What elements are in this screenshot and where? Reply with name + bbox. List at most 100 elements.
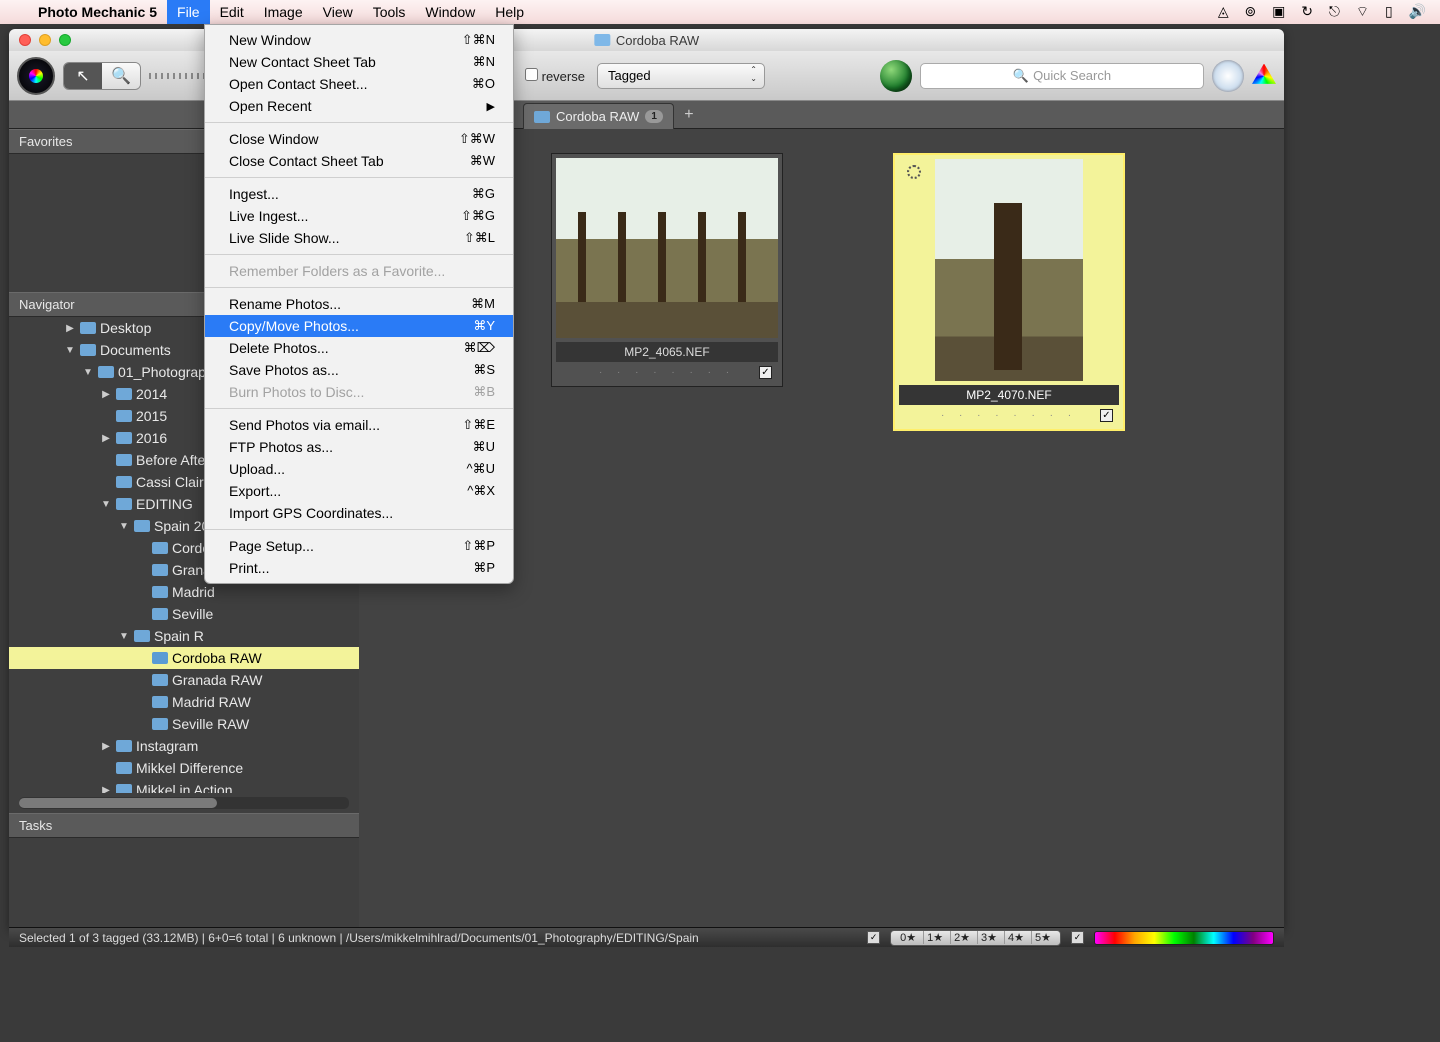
- menu-item[interactable]: New Contact Sheet Tab⌘N: [205, 51, 513, 73]
- globe-icon[interactable]: [880, 60, 912, 92]
- sort-select[interactable]: Tagged: [597, 63, 765, 89]
- menu-file[interactable]: File: [167, 0, 210, 24]
- folder-icon: [116, 476, 132, 488]
- tree-node[interactable]: Granada RAW: [9, 669, 359, 691]
- tree-node[interactable]: Madrid RAW: [9, 691, 359, 713]
- horizontal-scrollbar[interactable]: [19, 797, 349, 809]
- folder-icon: [116, 454, 132, 466]
- color-class-filter[interactable]: [1094, 931, 1274, 945]
- folder-icon: [134, 520, 150, 532]
- new-tab-button[interactable]: +: [678, 101, 700, 128]
- app-name[interactable]: Photo Mechanic 5: [28, 4, 167, 20]
- menu-item[interactable]: Close Window⇧⌘W: [205, 128, 513, 150]
- disc-burn-icon[interactable]: [1212, 60, 1244, 92]
- menu-item[interactable]: Open Recent▶: [205, 95, 513, 117]
- app-logo-icon[interactable]: [17, 57, 55, 95]
- star-rating-filter[interactable]: 0★ 1★ 2★ 3★ 4★ 5★: [890, 930, 1061, 946]
- creative-cloud-icon[interactable]: ⊚: [1239, 3, 1263, 19]
- bluetooth-icon[interactable]: ⎋: [1323, 3, 1346, 19]
- pointer-tool-icon[interactable]: ↖: [64, 63, 102, 89]
- folder-icon: [152, 652, 168, 664]
- menu-image[interactable]: Image: [254, 0, 313, 24]
- menu-item[interactable]: Close Contact Sheet Tab⌘W: [205, 150, 513, 172]
- status-checkbox-right[interactable]: ✓: [1071, 931, 1084, 944]
- menu-item[interactable]: Print...⌘P: [205, 557, 513, 579]
- tag-checkbox[interactable]: ✓: [1100, 409, 1113, 422]
- menu-item[interactable]: Import GPS Coordinates...: [205, 502, 513, 524]
- folder-icon: [534, 111, 550, 123]
- close-window-button[interactable]: [19, 34, 31, 46]
- disclosure-triangle-icon[interactable]: ▶: [100, 389, 112, 400]
- tree-node[interactable]: ▼Spain R: [9, 625, 359, 647]
- display-icon[interactable]: ▣: [1266, 3, 1291, 19]
- star-filter-option[interactable]: 1★: [923, 931, 946, 944]
- tree-label: Seville: [172, 606, 213, 622]
- thumbnail[interactable]: MP2_4070.NEF· · · · · · · ·✓: [893, 153, 1125, 431]
- disclosure-triangle-icon[interactable]: ▶: [100, 741, 112, 752]
- tree-node[interactable]: Madrid: [9, 581, 359, 603]
- file-menu-dropdown: New Window⇧⌘NNew Contact Sheet Tab⌘NOpen…: [204, 24, 514, 584]
- contact-sheet-tab[interactable]: Cordoba RAW 1: [523, 103, 674, 129]
- tree-node[interactable]: Seville: [9, 603, 359, 625]
- star-filter-option[interactable]: 0★: [897, 931, 919, 944]
- thumbnail[interactable]: MP2_4065.NEF· · · · · · · ·✓: [551, 153, 783, 387]
- tag-checkbox[interactable]: ✓: [759, 366, 772, 379]
- menu-window[interactable]: Window: [415, 0, 485, 24]
- tree-node[interactable]: ▶Mikkel in Action: [9, 779, 359, 793]
- disclosure-triangle-icon[interactable]: ▼: [118, 521, 130, 532]
- quick-search-input[interactable]: 🔍 Quick Search: [920, 63, 1204, 89]
- menu-item[interactable]: New Window⇧⌘N: [205, 29, 513, 51]
- menu-help[interactable]: Help: [485, 0, 534, 24]
- menu-item[interactable]: Save Photos as...⌘S: [205, 359, 513, 381]
- wifi-icon[interactable]: ⌔: [1350, 3, 1375, 19]
- color-profile-icon[interactable]: [1252, 64, 1276, 88]
- time-machine-icon[interactable]: ↻: [1295, 3, 1319, 19]
- google-drive-icon[interactable]: ◬: [1212, 3, 1235, 19]
- menu-item[interactable]: Copy/Move Photos...⌘Y: [205, 315, 513, 337]
- rating-dots[interactable]: · · · · · · · ·: [599, 367, 735, 378]
- tree-node[interactable]: ▶Instagram: [9, 735, 359, 757]
- thumbnail-size-slider[interactable]: [149, 73, 209, 79]
- menu-item[interactable]: Send Photos via email...⇧⌘E: [205, 414, 513, 436]
- star-filter-option[interactable]: 3★: [977, 931, 1000, 944]
- minimize-window-button[interactable]: [39, 34, 51, 46]
- menu-item[interactable]: Live Ingest...⇧⌘G: [205, 205, 513, 227]
- tab-label: Cordoba RAW: [556, 109, 639, 124]
- menu-tools[interactable]: Tools: [363, 0, 416, 24]
- menu-item: Remember Folders as a Favorite...: [205, 260, 513, 282]
- star-filter-option[interactable]: 4★: [1004, 931, 1027, 944]
- battery-icon[interactable]: ▯: [1379, 3, 1399, 19]
- menu-item[interactable]: Delete Photos...⌘⌦: [205, 337, 513, 359]
- menu-view[interactable]: View: [313, 0, 363, 24]
- volume-icon[interactable]: 🔊: [1403, 3, 1432, 19]
- menu-item[interactable]: FTP Photos as...⌘U: [205, 436, 513, 458]
- disclosure-triangle-icon[interactable]: ▶: [100, 433, 112, 444]
- menu-edit[interactable]: Edit: [210, 0, 254, 24]
- tasks-header[interactable]: Tasks: [9, 813, 359, 838]
- disclosure-triangle-icon[interactable]: ▼: [100, 499, 112, 510]
- menu-item[interactable]: Live Slide Show...⇧⌘L: [205, 227, 513, 249]
- tree-node[interactable]: Seville RAW: [9, 713, 359, 735]
- tree-node[interactable]: Mikkel Difference: [9, 757, 359, 779]
- menu-item[interactable]: Export...^⌘X: [205, 480, 513, 502]
- tree-node[interactable]: Cordoba RAW: [9, 647, 359, 669]
- disclosure-triangle-icon[interactable]: ▼: [82, 367, 94, 378]
- zoom-tool-icon[interactable]: 🔍: [102, 63, 140, 89]
- disclosure-triangle-icon[interactable]: ▼: [64, 345, 76, 356]
- menu-item[interactable]: Page Setup...⇧⌘P: [205, 535, 513, 557]
- star-filter-option[interactable]: 5★: [1031, 931, 1054, 944]
- reverse-checkbox[interactable]: reverse: [525, 68, 585, 84]
- menu-item[interactable]: Upload...^⌘U: [205, 458, 513, 480]
- rating-dots[interactable]: · · · · · · · ·: [941, 410, 1077, 421]
- disclosure-triangle-icon[interactable]: ▼: [118, 631, 130, 642]
- folder-icon: [152, 718, 168, 730]
- disclosure-triangle-icon[interactable]: ▶: [64, 323, 76, 334]
- menu-item[interactable]: Rename Photos...⌘M: [205, 293, 513, 315]
- disclosure-triangle-icon[interactable]: ▶: [100, 785, 112, 794]
- zoom-window-button[interactable]: [59, 34, 71, 46]
- star-filter-option[interactable]: 2★: [950, 931, 973, 944]
- status-checkbox-left[interactable]: ✓: [867, 931, 880, 944]
- menu-item[interactable]: Open Contact Sheet...⌘O: [205, 73, 513, 95]
- menu-item[interactable]: Ingest...⌘G: [205, 183, 513, 205]
- tool-mode-segment[interactable]: ↖ 🔍: [63, 62, 141, 90]
